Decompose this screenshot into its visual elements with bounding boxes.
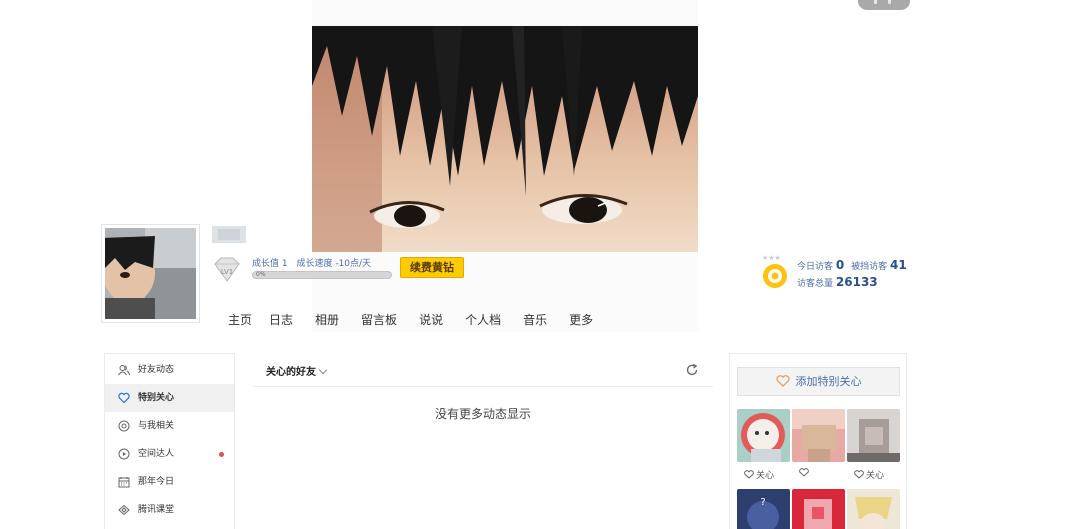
growth-value: 成长值 1 bbox=[252, 259, 288, 269]
follow-heart-icon bbox=[799, 468, 809, 477]
at-icon bbox=[118, 420, 130, 432]
feed-header: 关心的好友 bbox=[253, 356, 713, 387]
nickname-redacted bbox=[212, 226, 246, 243]
blocked-visitors-value: 41 bbox=[890, 258, 907, 272]
heart-icon bbox=[118, 392, 130, 404]
add-special-care-label: 添加特别关心 bbox=[795, 375, 862, 388]
today-visitors-value: 0 bbox=[835, 258, 845, 272]
sidebar-item-label: 与我相关 bbox=[138, 421, 175, 431]
avatar[interactable] bbox=[101, 224, 200, 323]
sidebar-item-on-this-day[interactable]: 那年今日 bbox=[105, 468, 234, 496]
main-nav: 主页 日志 相册 留言板 说说 个人档 音乐 更多 bbox=[228, 311, 615, 329]
renew-yellow-diamond-button[interactable]: 续费黄钻 bbox=[400, 257, 464, 278]
cover-photo bbox=[312, 26, 698, 252]
classroom-icon bbox=[118, 504, 130, 516]
sidebar-item-space-expert[interactable]: 空间达人 bbox=[105, 440, 234, 468]
level-badge-icon[interactable]: LV1 bbox=[211, 256, 243, 283]
level-badge-text: LV1 bbox=[221, 268, 233, 276]
follow-label: 关心 bbox=[756, 471, 775, 481]
calendar-icon bbox=[118, 477, 130, 488]
tab-profile[interactable]: 个人档 bbox=[465, 311, 501, 329]
tab-blog[interactable]: 日志 bbox=[269, 311, 293, 329]
follow-label: 关心 bbox=[866, 471, 885, 481]
left-sidebar: 好友动态 特别关心 与我相关 空间达人 那年今日 腾讯课堂 bbox=[104, 353, 235, 529]
qzone-page: LV1 成长值 1 成长速度 -10点/天 0% 续费黄钻 主页 日志 相册 留… bbox=[0, 0, 1080, 529]
sidebar-item-label: 空间达人 bbox=[138, 449, 175, 459]
heart-icon bbox=[775, 375, 790, 387]
tab-message-board[interactable]: 留言板 bbox=[361, 311, 397, 329]
follow-heart-icon bbox=[854, 470, 864, 479]
friend-avatar-1[interactable] bbox=[737, 409, 790, 462]
sidebar-item-label: 好友动态 bbox=[138, 365, 175, 375]
chevron-down-icon bbox=[318, 365, 328, 375]
follow-button-2[interactable] bbox=[799, 468, 811, 479]
friend-avatar-5[interactable] bbox=[792, 489, 845, 529]
avatar-photo bbox=[105, 228, 196, 319]
sidebar-item-label: 特别关心 bbox=[138, 393, 175, 403]
friends-icon bbox=[118, 365, 130, 376]
friend-avatar-6[interactable] bbox=[847, 489, 900, 529]
sidebar-item-label: 那年今日 bbox=[138, 477, 175, 487]
refresh-icon[interactable] bbox=[685, 363, 699, 377]
feed-filter-dropdown[interactable]: 关心的好友 bbox=[266, 363, 328, 378]
special-care-panel: 添加特别关心 关心 关心 ? bbox=[729, 353, 907, 529]
follow-button-1[interactable]: 关心 bbox=[744, 468, 774, 481]
play-icon bbox=[118, 448, 130, 460]
blocked-visitors-label: 被挡访客 bbox=[851, 262, 888, 272]
corner-menu-icon[interactable] bbox=[858, 0, 910, 10]
follow-heart-icon bbox=[744, 470, 754, 479]
svg-text:★★★: ★★★ bbox=[762, 254, 781, 262]
cover-top-strip bbox=[312, 0, 698, 26]
tab-shuoshuo[interactable]: 说说 bbox=[419, 311, 443, 329]
friend-avatar-3[interactable] bbox=[847, 409, 900, 462]
total-visitors-value: 26133 bbox=[835, 275, 878, 289]
growth-speed: 成长速度 -10点/天 bbox=[296, 259, 372, 269]
growth-percent: 0% bbox=[256, 271, 266, 278]
growth-info: 成长值 1 成长速度 -10点/天 bbox=[252, 256, 377, 269]
visitor-stats[interactable]: 今日访客 0 被挡访客 41 访客总量 26133 bbox=[797, 258, 911, 292]
sidebar-item-label: 腾讯课堂 bbox=[138, 505, 175, 515]
total-visitors-label: 访客总量 bbox=[797, 279, 834, 289]
tab-home[interactable]: 主页 bbox=[228, 311, 252, 329]
tab-more[interactable]: 更多 bbox=[569, 311, 593, 329]
svg-text:?: ? bbox=[760, 497, 765, 508]
add-special-care-button[interactable]: 添加特别关心 bbox=[737, 367, 900, 396]
visitor-eye-icon[interactable]: ★★★ bbox=[760, 252, 790, 290]
sidebar-item-tencent-classroom[interactable]: 腾讯课堂 bbox=[105, 496, 234, 524]
today-visitors-label: 今日访客 bbox=[797, 262, 834, 272]
tab-music[interactable]: 音乐 bbox=[523, 311, 547, 329]
feed-empty-message: 没有更多动态显示 bbox=[434, 407, 531, 421]
friend-avatar-2[interactable] bbox=[792, 409, 845, 462]
sidebar-item-special-care[interactable]: 特别关心 bbox=[105, 384, 234, 412]
notification-dot bbox=[219, 452, 224, 457]
sidebar-item-related-to-me[interactable]: 与我相关 bbox=[105, 412, 234, 440]
growth-progress-bar: 0% bbox=[252, 271, 392, 279]
friend-avatar-4[interactable]: ? bbox=[737, 489, 790, 529]
tab-album[interactable]: 相册 bbox=[315, 311, 339, 329]
feed-filter-label: 关心的好友 bbox=[266, 367, 316, 378]
sidebar-item-friend-feed[interactable]: 好友动态 bbox=[105, 356, 234, 384]
follow-button-3[interactable]: 关心 bbox=[854, 468, 884, 481]
